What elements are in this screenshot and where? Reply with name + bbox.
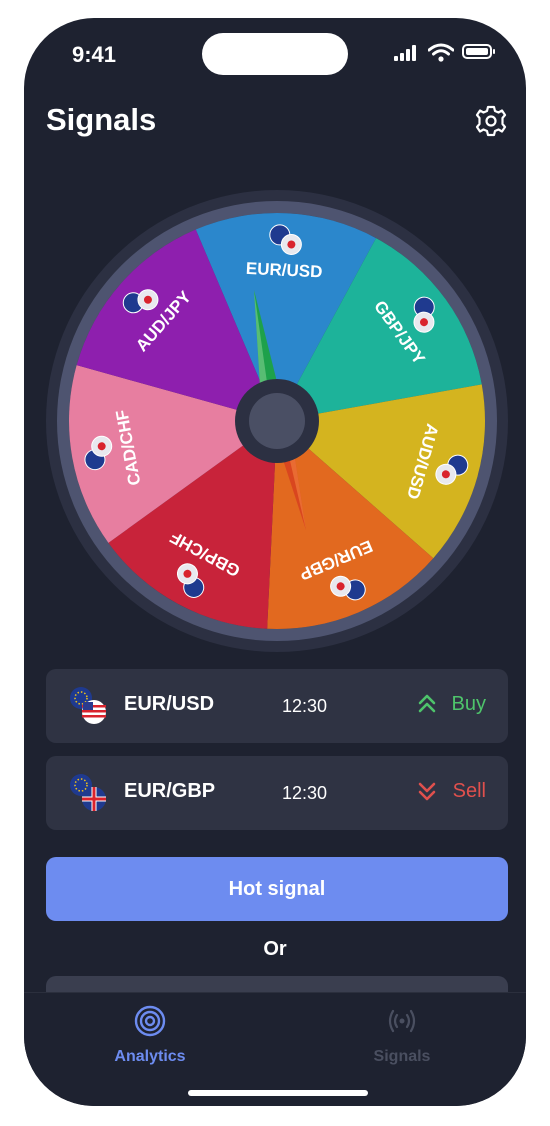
tab-analytics[interactable]: Analytics xyxy=(70,1005,230,1066)
wifi-icon xyxy=(428,43,454,62)
signal-card[interactable]: EUR/GBP 12:30 Sell xyxy=(46,756,508,830)
signal-action: Sell xyxy=(452,780,486,802)
cellular-signal-icon xyxy=(394,45,420,61)
signal-action: Buy xyxy=(451,693,486,715)
or-divider-text: Or xyxy=(263,938,287,960)
wheel-segment-label: EUR/USD xyxy=(245,259,322,282)
status-bar: 9:41 xyxy=(24,18,526,88)
signal-time: 12:30 xyxy=(282,783,328,803)
battery-icon xyxy=(462,44,495,59)
signal-pair: EUR/USD xyxy=(124,693,215,715)
double-chevron-down-icon xyxy=(418,782,436,801)
page-title: Signals xyxy=(46,102,157,137)
signal-wheel[interactable]: EUR/USDGBP/JPYAUD/USDEUR/GBPGBP/CHFCAD/C… xyxy=(46,190,508,652)
wheel-hub[interactable] xyxy=(249,393,305,449)
home-indicator xyxy=(188,1090,368,1096)
tab-signals-label: Signals xyxy=(373,1048,431,1065)
gear-icon[interactable] xyxy=(474,104,508,138)
currency-flags-icon xyxy=(70,774,106,811)
tab-bar: Analytics Signals xyxy=(24,992,526,1106)
tab-analytics-label: Analytics xyxy=(114,1048,186,1065)
hot-signal-button[interactable]: Hot signal xyxy=(46,857,508,921)
phone-screen: 9:41 Signals EUR/USD GBP/JPY AUD/USD EUR/GB… xyxy=(24,18,526,1106)
status-time: 9:41 xyxy=(72,42,117,67)
currency-flags-icon xyxy=(70,687,106,724)
signal-card[interactable]: EUR/USD 12:30 Buy xyxy=(46,669,508,743)
double-chevron-up-icon xyxy=(418,694,436,713)
dynamic-island xyxy=(202,33,348,75)
target-icon xyxy=(134,1005,166,1037)
signal-pair: EUR/GBP xyxy=(124,780,216,802)
broadcast-icon xyxy=(388,1009,416,1033)
tab-signals[interactable]: Signals xyxy=(322,1005,482,1066)
signal-time: 12:30 xyxy=(282,696,328,716)
